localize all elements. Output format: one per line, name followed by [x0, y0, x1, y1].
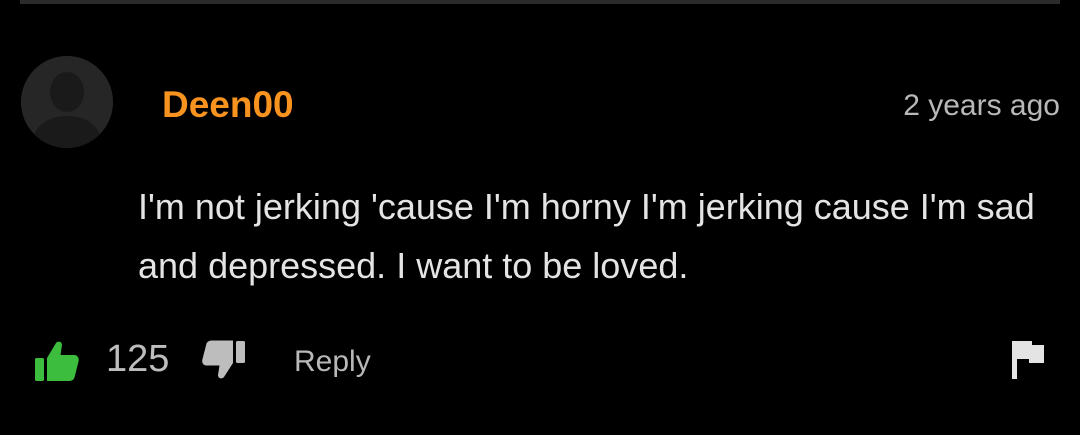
dislike-button[interactable] — [202, 340, 246, 380]
thumbs-up-icon — [35, 341, 79, 381]
flag-icon — [1012, 341, 1044, 379]
thumbs-down-icon — [202, 340, 245, 379]
like-button[interactable] — [34, 340, 80, 382]
like-count: 125 — [106, 338, 170, 380]
comment-action-bar: 125 Reply — [0, 335, 1080, 391]
default-user-avatar-icon — [21, 56, 113, 148]
report-button[interactable] — [1010, 339, 1046, 379]
top-divider — [20, 0, 1060, 4]
comment-text: I'm not jerking 'cause I'm horny I'm jer… — [138, 186, 1035, 286]
reply-button[interactable]: Reply — [294, 343, 371, 381]
user-avatar[interactable] — [21, 56, 113, 148]
comment-timestamp: 2 years ago — [903, 89, 1060, 122]
comment-username[interactable]: Deen00 — [162, 83, 294, 127]
